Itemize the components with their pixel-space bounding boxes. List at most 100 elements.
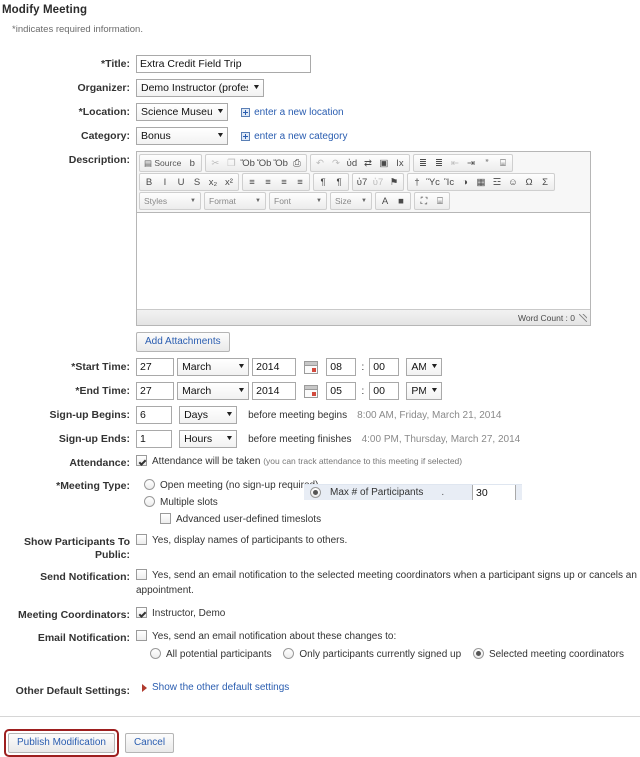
end-hour-input[interactable] [326, 382, 356, 400]
numbered-list-icon[interactable]: ≣ [415, 156, 431, 171]
cut-icon[interactable]: ✂ [207, 156, 223, 171]
text-direction-rtl-icon[interactable]: ¶ [331, 175, 347, 190]
start-year-input[interactable] [252, 358, 296, 376]
start-day-input[interactable] [136, 358, 174, 376]
subscript-icon[interactable]: x₂ [205, 175, 221, 190]
horizontal-rule-icon[interactable]: ☲ [489, 175, 505, 190]
show-blocks-icon[interactable]: ⌸ [432, 194, 448, 209]
end-meridiem-select[interactable]: PM ▼ [406, 382, 442, 400]
blockquote-icon[interactable]: ” [479, 156, 495, 171]
meeting-coordinators-option[interactable]: Instructor, Demo [136, 606, 640, 621]
superscript-icon[interactable]: x² [221, 175, 237, 190]
meeting-type-radio-multiple[interactable] [144, 496, 155, 507]
send-notification-option[interactable]: Yes, send an email notification to the s… [136, 568, 640, 598]
paste-icon[interactable]: Ὄb [239, 156, 256, 171]
maximize-icon[interactable]: ⛶ [416, 194, 432, 209]
email-notification-option[interactable]: Yes, send an email notification about th… [136, 629, 640, 644]
size-combo[interactable]: Size ▼ [330, 192, 372, 210]
insert-media-icon[interactable]: ◑ [457, 175, 473, 190]
max-participants-radio[interactable] [310, 487, 321, 498]
align-right-icon[interactable]: ≡ [276, 175, 292, 190]
meeting-type-option-multiple[interactable]: Multiple slots [144, 495, 321, 510]
calendar-icon[interactable] [304, 361, 318, 374]
editor-content-area[interactable] [137, 212, 590, 309]
indent-icon[interactable]: ⇥ [463, 156, 479, 171]
align-center-icon[interactable]: ≡ [260, 175, 276, 190]
enter-new-location-link[interactable]: enter a new location [241, 107, 344, 118]
signup-begins-unit-select[interactable]: Days ▼ [179, 406, 237, 424]
math-icon[interactable]: Σ [537, 175, 553, 190]
text-direction-ltr-icon[interactable]: ¶ [315, 175, 331, 190]
show-participants-option[interactable]: Yes, display names of participants to ot… [136, 533, 640, 548]
paste-word-icon[interactable]: Ὄb [272, 156, 289, 171]
unlink-icon[interactable]: ὑ7 [370, 175, 386, 190]
insert-image-icon[interactable]: Ὓc [425, 175, 441, 190]
meeting-type-radio-open[interactable] [144, 479, 155, 490]
print-icon[interactable]: ⎙ [289, 156, 305, 171]
recipient-radio-all[interactable] [150, 648, 161, 659]
enter-new-category-link[interactable]: enter a new category [241, 131, 347, 142]
text-color-icon[interactable]: A [377, 194, 393, 209]
underline-icon[interactable]: U [173, 175, 189, 190]
special-char-icon[interactable]: Ω [521, 175, 537, 190]
resize-grip-icon[interactable] [579, 314, 587, 322]
insert-citation-icon[interactable]: † [409, 175, 425, 190]
format-combo[interactable]: Format ▼ [204, 192, 266, 210]
background-color-icon[interactable]: ■ [393, 194, 409, 209]
select-all-icon[interactable]: ▣ [376, 156, 392, 171]
cancel-button[interactable]: Cancel [125, 733, 174, 753]
advanced-timeslots-option[interactable]: Advanced user-defined timeslots [160, 512, 321, 527]
end-month-select[interactable]: March ▼ [177, 382, 249, 400]
signup-ends-amount-input[interactable] [136, 430, 172, 448]
italic-icon[interactable]: I [157, 175, 173, 190]
publish-modification-button[interactable]: Publish Modification [8, 733, 115, 753]
font-combo[interactable]: Font ▼ [269, 192, 327, 210]
insert-flash-icon[interactable]: Ἲc [441, 175, 457, 190]
show-participants-checkbox[interactable] [136, 534, 147, 545]
end-year-input[interactable] [252, 382, 296, 400]
anchor-icon[interactable]: ⚑ [386, 175, 402, 190]
meeting-type-option-open[interactable]: Open meeting (no sign-up required) [144, 478, 321, 493]
signup-begins-amount-input[interactable] [136, 406, 172, 424]
email-notification-checkbox[interactable] [136, 630, 147, 641]
smiley-icon[interactable]: ☺ [505, 175, 521, 190]
div-container-icon[interactable]: ⌸ [495, 156, 511, 171]
start-meridiem-select[interactable]: AM ▼ [406, 358, 442, 376]
styles-combo[interactable]: Styles ▼ [139, 192, 201, 210]
end-day-input[interactable] [136, 382, 174, 400]
signup-ends-unit-select[interactable]: Hours ▼ [179, 430, 237, 448]
new-page-icon[interactable]: ὜b [184, 156, 200, 171]
find-icon[interactable]: ὐd [344, 156, 360, 171]
title-input[interactable] [136, 55, 311, 73]
advanced-timeslots-checkbox[interactable] [160, 513, 171, 524]
show-other-default-settings-link[interactable]: Show the other default settings [142, 682, 289, 693]
start-hour-input[interactable] [326, 358, 356, 376]
send-notification-checkbox[interactable] [136, 569, 147, 580]
undo-icon[interactable]: ↶ [312, 156, 328, 171]
align-left-icon[interactable]: ≡ [244, 175, 260, 190]
bold-icon[interactable]: B [141, 175, 157, 190]
paste-text-icon[interactable]: Ὄb [256, 156, 273, 171]
bulleted-list-icon[interactable]: ≣ [431, 156, 447, 171]
attendance-option[interactable]: Attendance will be taken (you can track … [136, 454, 640, 469]
calendar-icon[interactable] [304, 385, 318, 398]
location-select[interactable]: Science Museum ▼ [136, 103, 228, 121]
copy-icon[interactable]: ❐ [223, 156, 239, 171]
start-minute-input[interactable] [369, 358, 399, 376]
attendance-checkbox[interactable] [136, 455, 147, 466]
justify-icon[interactable]: ≡ [292, 175, 308, 190]
link-icon[interactable]: ὑ7 [354, 175, 370, 190]
redo-icon[interactable]: ↷ [328, 156, 344, 171]
recipient-radio-coordinators[interactable] [473, 648, 484, 659]
meeting-coordinators-checkbox[interactable] [136, 607, 147, 618]
remove-format-icon[interactable]: Ix [392, 156, 408, 171]
replace-icon[interactable]: ⇄ [360, 156, 376, 171]
insert-table-icon[interactable]: ▦ [473, 175, 489, 190]
category-select[interactable]: Bonus ▼ [136, 127, 228, 145]
max-participants-input[interactable] [472, 484, 516, 500]
end-minute-input[interactable] [369, 382, 399, 400]
start-month-select[interactable]: March ▼ [177, 358, 249, 376]
organizer-select[interactable]: Demo Instructor (professor) ▼ [136, 79, 264, 97]
outdent-icon[interactable]: ⇤ [447, 156, 463, 171]
source-icon[interactable]: ▤ Source [141, 156, 184, 171]
